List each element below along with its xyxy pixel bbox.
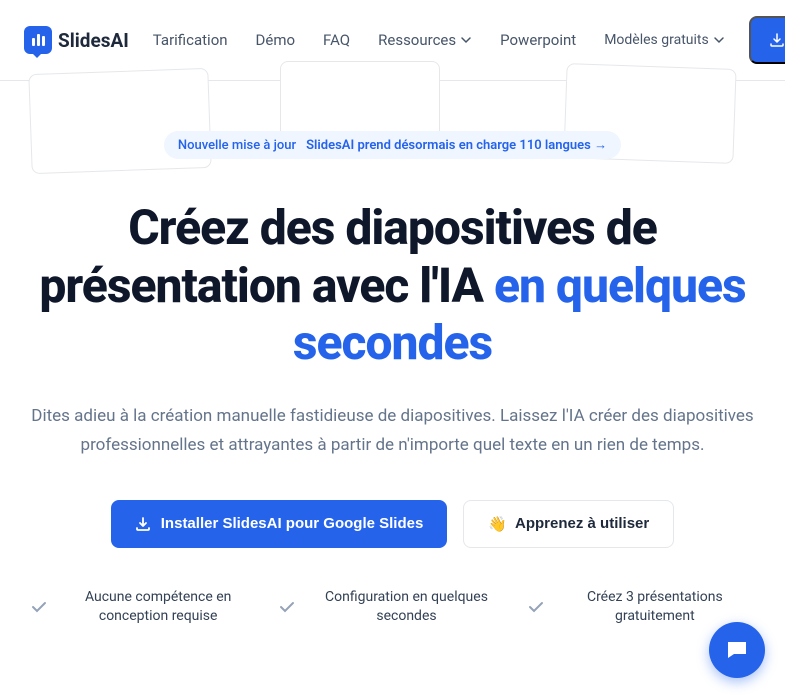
nav-powerpoint[interactable]: Powerpoint [500, 31, 576, 49]
chevron-down-icon [460, 34, 472, 46]
learn-button[interactable]: 👋 Apprenez à utiliser [463, 500, 674, 548]
cta-row: Installer SlidesAI pour Google Slides 👋 … [20, 500, 765, 548]
header-install-button[interactable]: Installer SlidesAI [749, 16, 785, 64]
announcement-badge: Nouvelle mise à jour [178, 138, 296, 153]
download-icon [769, 32, 785, 48]
nav-faq[interactable]: FAQ [323, 31, 350, 49]
chat-button[interactable] [709, 622, 765, 678]
hero-subtext: Dites adieu à la création manuelle fasti… [20, 402, 765, 460]
feature-item: Aucune compétence en conception requise [30, 588, 258, 627]
announcement-text: SlidesAI prend désormais en charge 110 l… [306, 137, 607, 153]
logo-icon [24, 26, 52, 54]
nav-templates[interactable]: Modèles gratuits [604, 31, 725, 49]
main-nav: Tarification Démo FAQ Ressources Powerpo… [153, 31, 725, 49]
feature-item: Créez 3 présentations gratuitement [527, 588, 755, 627]
nav-demo[interactable]: Démo [256, 31, 296, 49]
hero-section: Nouvelle mise à jour SlidesAI prend déso… [0, 81, 785, 647]
wave-emoji: 👋 [488, 515, 507, 533]
nav-pricing[interactable]: Tarification [153, 31, 228, 49]
install-button[interactable]: Installer SlidesAI pour Google Slides [111, 500, 448, 548]
chevron-down-icon [713, 34, 725, 46]
announcement-banner[interactable]: Nouvelle mise à jour SlidesAI prend déso… [164, 131, 621, 159]
hero-headline: Créez des diapositives de présentation a… [20, 199, 765, 372]
header: SlidesAI Tarification Démo FAQ Ressource… [0, 0, 785, 81]
download-icon [135, 516, 151, 532]
logo[interactable]: SlidesAI [24, 26, 129, 54]
check-icon [278, 598, 296, 616]
nav-resources[interactable]: Ressources [378, 31, 472, 49]
check-icon [527, 598, 545, 616]
brand-name: SlidesAI [58, 29, 129, 52]
feature-item: Configuration en quelques secondes [278, 588, 506, 627]
features-row: Aucune compétence en conception requise … [20, 588, 765, 627]
check-icon [30, 598, 48, 616]
chat-icon [724, 637, 750, 663]
